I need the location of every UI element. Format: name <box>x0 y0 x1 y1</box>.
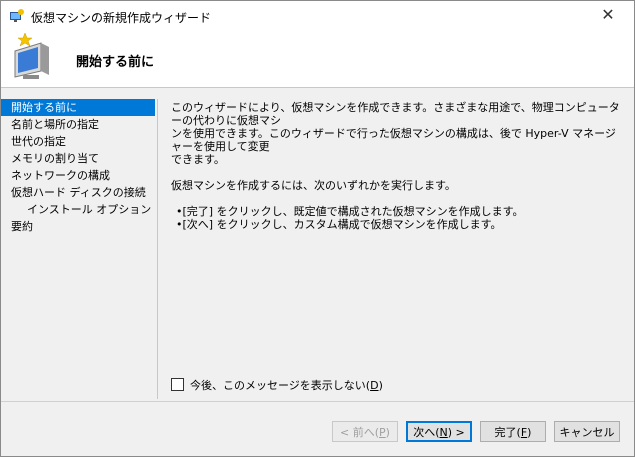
instruction-paragraph: 仮想マシンを作成するには、次のいずれかを実行します。 <box>171 179 456 192</box>
prev-button[interactable]: < 前へ(P) <box>332 421 398 442</box>
option-bullets: •[完了] をクリックし、既定値で構成された仮想マシンを作成します。 •[次へ]… <box>176 205 621 231</box>
window-title: 仮想マシンの新規作成ウィザード <box>31 11 212 25</box>
title-bar: 仮想マシンの新規作成ウィザード ✕ <box>1 1 634 31</box>
nav-item-virtual-disk[interactable]: 仮想ハード ディスクの接続 <box>1 184 157 201</box>
hyperv-app-icon <box>10 9 24 22</box>
nav-item-memory[interactable]: メモリの割り当て <box>1 150 157 167</box>
cancel-button[interactable]: キャンセル <box>554 421 620 442</box>
checkbox-label: 今後、このメッセージを表示しない(D) <box>190 379 383 392</box>
finish-button[interactable]: 完了(F) <box>480 421 546 442</box>
nav-item-before-you-begin[interactable]: 開始する前に <box>1 99 155 116</box>
bullet-finish: •[完了] をクリックし、既定値で構成された仮想マシンを作成します。 <box>176 205 524 218</box>
wizard-banner: 開始する前に <box>1 31 634 88</box>
dont-show-again-checkbox[interactable]: 今後、このメッセージを表示しない(D) <box>171 377 383 393</box>
nav-item-generation[interactable]: 世代の指定 <box>1 133 157 150</box>
footer-divider <box>1 401 634 402</box>
wizard-content: このウィザードにより、仮想マシンを作成できます。さまざまな用途で、物理コンピュー… <box>171 101 621 231</box>
next-button[interactable]: 次へ(N) > <box>406 421 472 442</box>
intro-line-1: このウィザードにより、仮想マシンを作成できます。さまざまな用途で、物理コンピュー… <box>171 101 620 127</box>
nav-item-name-location[interactable]: 名前と場所の指定 <box>1 116 157 133</box>
intro-line-3: できます。 <box>171 153 225 166</box>
new-vm-wizard-icon <box>14 32 49 79</box>
nav-item-install-options[interactable]: インストール オプション <box>1 201 157 218</box>
intro-line-2: ンを使用できます。このウィザードで行った仮想マシンの構成は、後で Hyper-V… <box>171 127 616 153</box>
bullet-next: •[次へ] をクリックし、カスタム構成で仮想マシンを作成します。 <box>176 218 502 231</box>
nav-item-networking[interactable]: ネットワークの構成 <box>1 167 157 184</box>
checkbox-box[interactable] <box>171 378 184 391</box>
page-heading: 開始する前に <box>76 55 155 70</box>
close-icon[interactable]: ✕ <box>588 1 628 29</box>
wizard-window: 仮想マシンの新規作成ウィザード ✕ 開始する前に 開始する前に 名前と場所の指定… <box>0 0 635 457</box>
intro-paragraph: このウィザードにより、仮想マシンを作成できます。さまざまな用途で、物理コンピュー… <box>171 101 621 166</box>
wizard-step-nav: 開始する前に 名前と場所の指定 世代の指定 メモリの割り当て ネットワークの構成… <box>1 99 158 399</box>
nav-item-summary[interactable]: 要約 <box>1 218 157 235</box>
